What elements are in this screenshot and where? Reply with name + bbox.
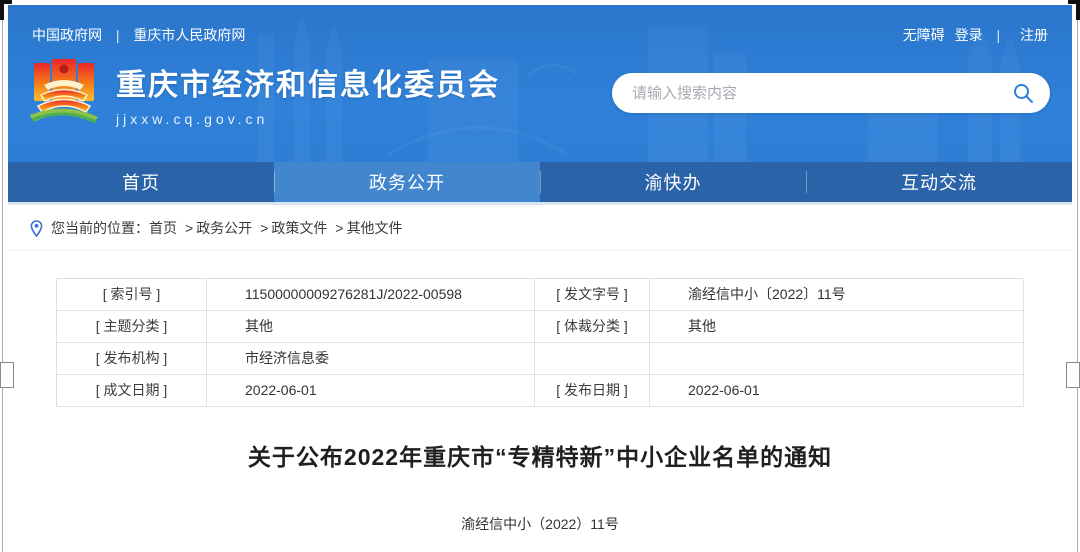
topbar-left-links: 中国政府网 | 重庆市人民政府网 [32, 25, 245, 45]
meta-label-issuing-agency: [ 发布机构 ] [57, 343, 207, 375]
meta-label-written-date: [ 成文日期 ] [57, 375, 207, 407]
main-nav: 首页 政务公开 渝快办 互动交流 [8, 162, 1072, 202]
breadcrumb-separator: > [260, 220, 268, 236]
frame-corner-top-right [1068, 0, 1080, 20]
breadcrumb-policy-files[interactable]: 政策文件 [271, 218, 327, 238]
breadcrumb-separator: > [185, 220, 193, 236]
topbar-right-links: 无障碍 登录 | 注册 [897, 25, 1048, 45]
brand-text: 重庆市经济和信息化委员会 jjxxw.cq.gov.cn [116, 60, 500, 127]
article-doc-number: 渝经信中小（2022）11号 [8, 514, 1072, 534]
document-meta-table: [ 索引号 ] 11500000009276281J/2022-00598 [ … [56, 278, 1024, 407]
breadcrumb-prefix: 您当前的位置： [51, 218, 149, 238]
nav-item-yukuaiban[interactable]: 渝快办 [540, 162, 806, 202]
site-container: 中国政府网 | 重庆市人民政府网 无障碍 登录 | 注册 [8, 5, 1072, 534]
site-logo-icon [26, 59, 102, 127]
meta-value-issuing-agency: 市经济信息委 [207, 343, 535, 375]
site-url: jjxxw.cq.gov.cn [116, 111, 500, 127]
link-register[interactable]: 注册 [1020, 27, 1048, 43]
meta-label-topic-category: [ 主题分类 ] [57, 311, 207, 343]
meta-value-written-date: 2022-06-01 [207, 375, 535, 407]
nav-item-home[interactable]: 首页 [8, 162, 274, 202]
meta-value-publish-date: 2022-06-01 [650, 375, 1024, 407]
search-box [612, 73, 1050, 113]
frame-edge-right [1077, 0, 1078, 552]
location-pin-icon [30, 220, 43, 237]
frame-corner-top-left [0, 0, 12, 20]
link-login[interactable]: 登录 [955, 27, 983, 43]
breadcrumb-home[interactable]: 首页 [149, 218, 177, 238]
breadcrumb-gov-affairs[interactable]: 政务公开 [196, 218, 252, 238]
topbar-separator-2: | [996, 27, 1000, 43]
nav-item-gov-affairs[interactable]: 政务公开 [274, 162, 540, 202]
meta-label-empty [535, 343, 650, 375]
page: 中国政府网 | 重庆市人民政府网 无障碍 登录 | 注册 [0, 0, 1080, 552]
link-accessibility[interactable]: 无障碍 [903, 27, 945, 43]
search-icon[interactable] [1012, 82, 1034, 104]
article-title: 关于公布2022年重庆市“专精特新”中小企业名单的通知 [8, 438, 1072, 472]
meta-value-genre-category: 其他 [650, 311, 1024, 343]
meta-value-topic-category: 其他 [207, 311, 535, 343]
breadcrumb-other-files[interactable]: 其他文件 [347, 218, 403, 238]
breadcrumb-separator: > [335, 220, 343, 236]
nav-item-interaction[interactable]: 互动交流 [806, 162, 1072, 202]
breadcrumb: 您当前的位置： 首页 > 政务公开 > 政策文件 > 其他文件 [8, 205, 1072, 251]
meta-value-index-no: 11500000009276281J/2022-00598 [207, 279, 535, 311]
meta-label-publish-date: [ 发布日期 ] [535, 375, 650, 407]
topbar-separator: | [116, 27, 120, 43]
site-header: 中国政府网 | 重庆市人民政府网 无障碍 登录 | 注册 [8, 5, 1072, 162]
link-chongqing-gov[interactable]: 重庆市人民政府网 [133, 27, 245, 43]
meta-value-doc-symbol: 渝经信中小〔2022〕11号 [650, 279, 1024, 311]
meta-value-empty [650, 343, 1024, 375]
meta-label-doc-symbol: [ 发文字号 ] [535, 279, 650, 311]
link-china-gov[interactable]: 中国政府网 [32, 27, 102, 43]
frame-handle-right [1066, 362, 1080, 388]
meta-label-index-no: [ 索引号 ] [57, 279, 207, 311]
frame-edge-left [2, 0, 3, 552]
top-utility-bar: 中国政府网 | 重庆市人民政府网 无障碍 登录 | 注册 [8, 5, 1072, 45]
meta-label-genre-category: [ 体裁分类 ] [535, 311, 650, 343]
search-input[interactable] [632, 85, 1012, 102]
frame-handle-left [0, 362, 14, 388]
brand-row: 重庆市经济和信息化委员会 jjxxw.cq.gov.cn [8, 45, 1072, 127]
site-title: 重庆市经济和信息化委员会 [116, 60, 500, 104]
